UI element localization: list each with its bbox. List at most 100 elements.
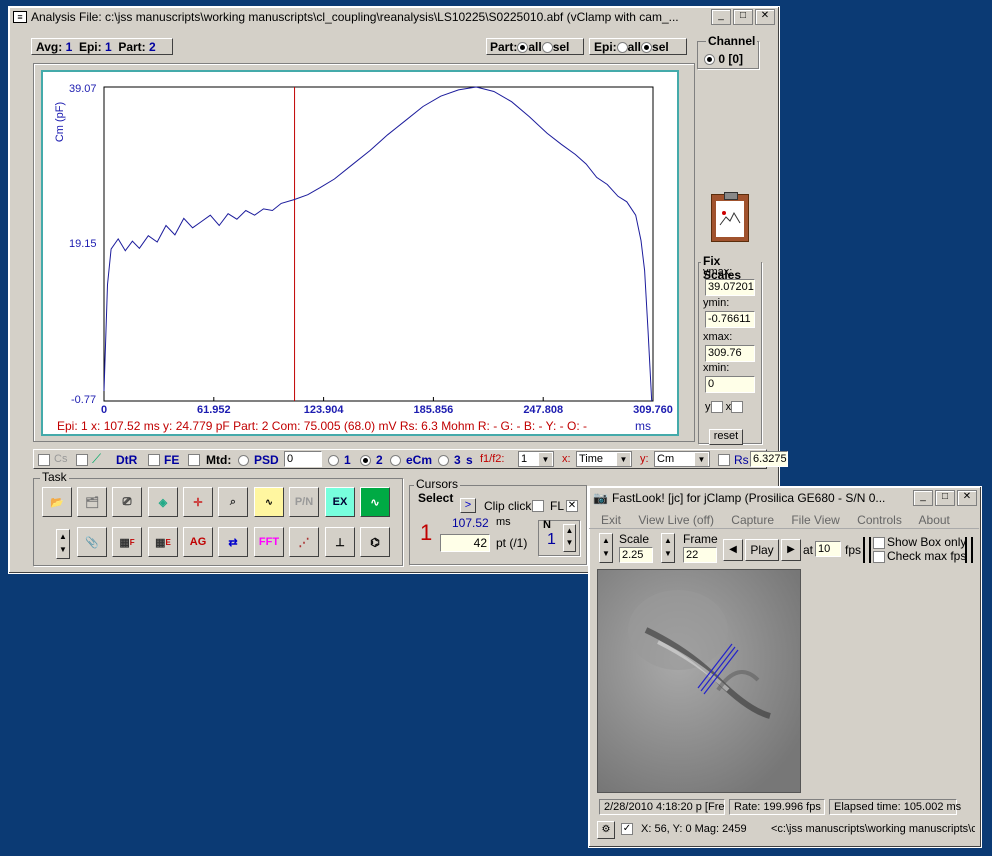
ymax-field[interactable]: 39.07201 [705,279,755,296]
ymin-label: ymin: [703,297,730,309]
info-bar: Avg: 1 Epi: 1 Part: 2 [31,38,173,55]
cursors-group: Cursors Select > Clip click FL ✕ 1 107.5… [409,477,587,565]
separator [863,537,871,563]
mode1-radio[interactable] [328,455,339,466]
xmin-field[interactable]: 0 [705,376,755,393]
part-all-radio[interactable] [517,42,529,54]
ymin-field[interactable]: -0.76611 [705,311,755,328]
camera-lock-icon[interactable]: ⚙ [597,821,615,839]
maximize-icon[interactable]: □ [935,490,955,506]
minimize-icon[interactable]: _ [711,9,731,25]
mode2-radio[interactable] [360,455,371,466]
menu-file-view[interactable]: File View [791,513,839,527]
cursors-label: Cursors [414,477,461,491]
xmin-label: xmin: [703,362,730,374]
coords-checkbox[interactable]: ✓ [621,823,633,835]
next-frame-button[interactable]: ▶ [781,539,801,561]
camera-image [598,570,800,792]
s-label: s [466,453,473,467]
xmax-field[interactable]: 309.76 [705,345,755,362]
check-fps-checkbox[interactable] [873,551,885,563]
at-label: at [803,543,814,557]
analysis-titlebar[interactable]: ≡ Analysis File: c:\jss manuscripts\work… [9,7,779,27]
fps-field[interactable]: 10 [815,541,841,557]
ecm-radio[interactable] [390,455,401,466]
play-button[interactable]: Play [745,539,779,561]
f12-select[interactable]: 1 [518,451,554,467]
epi-sel-radio[interactable] [641,42,653,54]
frame-field[interactable]: 22 [683,547,717,563]
cursor-pt-field[interactable]: 42 [440,534,490,552]
show-box-checkbox[interactable] [873,537,885,549]
psd-radio[interactable] [238,455,249,466]
x-fix-checkbox[interactable] [731,401,744,414]
fl-checkbox[interactable]: ✕ [566,500,578,512]
scatter-icon[interactable]: ⋰ [289,527,319,557]
fps-label: fps [845,543,862,557]
n-group: N 1 ▲ ▼ [538,519,580,556]
dtr-label[interactable]: DtR [116,453,137,467]
trace-checkbox[interactable] [76,454,88,466]
calc-e-icon[interactable]: ▦ E [148,527,178,557]
channel-radio[interactable] [704,54,715,66]
crosshair-icon[interactable]: ✛ [183,487,213,517]
mode3-radio[interactable] [438,455,449,466]
mtd-checkbox[interactable] [188,454,200,466]
camera-frame[interactable] [597,569,801,793]
rs-field[interactable]: 6.3275 [750,451,788,467]
fe-checkbox[interactable] [148,454,160,466]
cursor-number: 1 [420,520,433,545]
pn-button[interactable]: P/N [289,487,319,517]
menu-capture[interactable]: Capture [731,513,774,527]
maximize-icon[interactable]: □ [733,9,753,25]
scale-spinner[interactable]: ▲ ▼ [599,533,613,563]
frame-spinner[interactable]: ▲ ▼ [661,533,675,563]
baseline-icon[interactable]: ⊥ [325,527,355,557]
menu-view-live[interactable]: View Live (off) [638,513,714,527]
prev-frame-button[interactable]: ◀ [723,539,743,561]
channel-group: Channel 0 [0] [697,34,759,69]
select-go-button[interactable]: > [460,498,476,513]
ag-button[interactable]: AG [183,527,213,557]
export-icon[interactable]: EX [325,487,355,517]
rs-checkbox[interactable] [718,454,730,466]
scale-label: Scale [619,532,650,546]
close-icon[interactable]: ✕ [755,9,775,25]
epi-all-radio[interactable] [616,42,628,54]
ec-panel-icon[interactable]: ∿ [254,487,284,517]
fastlook-titlebar[interactable]: 📷 FastLook! [jc] for jClamp (Prosilica G… [589,487,981,509]
cm-chart[interactable]: Cm (pF) 39.07 19.15 -0.77 0 61.952 123.904… [43,72,677,434]
y-fix-checkbox[interactable] [710,401,723,414]
clipboard-icon[interactable] [711,192,749,242]
clip-icon[interactable]: ⌬ [360,527,390,557]
menu-exit[interactable]: Exit [601,513,621,527]
open-folder-icon[interactable]: 📂 [42,487,72,517]
zoom-icon[interactable]: ⌕ [218,487,248,517]
folder-tools-icon[interactable]: 🗂 [77,487,107,517]
psd-field[interactable]: 0 [284,451,322,467]
menu-about[interactable]: About [919,513,950,527]
close-icon[interactable]: ✕ [957,490,977,506]
projector-icon[interactable]: ⎚ [112,487,142,517]
paperclip-icon[interactable]: 📎 [77,527,107,557]
minimize-icon[interactable]: _ [913,490,933,506]
fft-button[interactable]: FFT [254,527,284,557]
scale-field[interactable]: 2.25 [619,547,653,563]
x-axis-select[interactable]: Time [576,451,632,467]
slope-icon[interactable]: ⟋ [92,451,110,467]
show-box-label: Show Box only [887,535,967,549]
reset-button[interactable]: reset [709,429,743,445]
fastlook-menu: Exit View Live (off) Capture File View C… [589,511,979,529]
diamond-icon[interactable]: ◈ [148,487,178,517]
task-spinner[interactable]: ▲ ▼ [56,529,70,559]
cs-checkbox[interactable] [38,454,50,466]
swap-icon[interactable]: ⇄ [218,527,248,557]
plot-area[interactable]: Cm (pF) 39.07 19.15 -0.77 0 61.952 123.904… [41,70,679,436]
part-sel-radio[interactable] [541,42,553,54]
y-axis-select[interactable]: Cm [654,451,710,467]
clip-click-checkbox[interactable] [532,500,544,512]
waveform-icon[interactable]: ∿ [360,487,390,517]
calc-f-icon[interactable]: ▦ F [112,527,142,557]
menu-controls[interactable]: Controls [857,513,902,527]
n-spinner[interactable]: ▲ ▼ [563,524,576,552]
